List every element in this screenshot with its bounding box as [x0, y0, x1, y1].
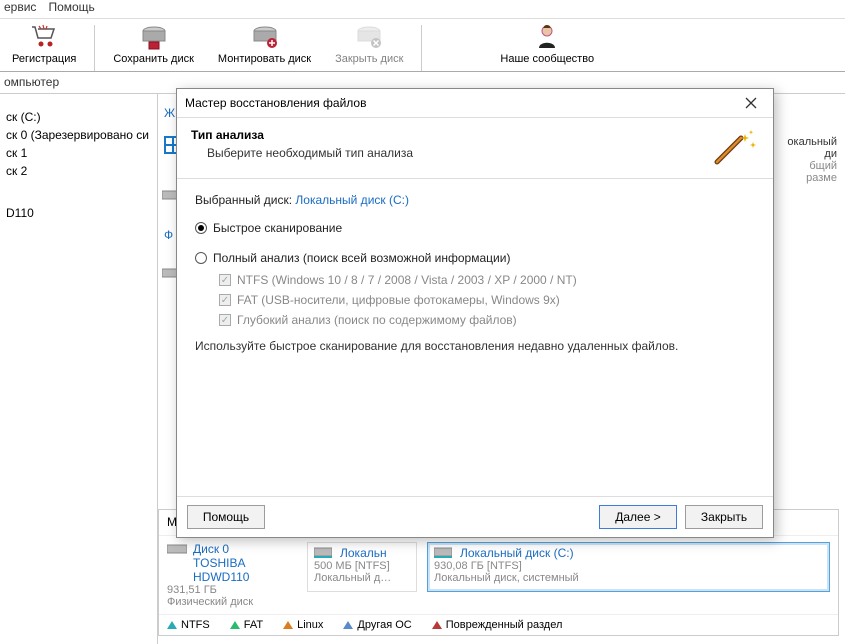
- hdd-icon: [434, 546, 454, 560]
- toolbar: Регистрация Сохранить диск Монтировать д…: [0, 18, 845, 72]
- wand-icon: [711, 128, 759, 168]
- save-disk-button[interactable]: Сохранить диск: [101, 21, 206, 65]
- menu-service[interactable]: ервис: [4, 0, 36, 18]
- register-label: Регистрация: [12, 53, 76, 65]
- sidebar-item[interactable]: ск 1: [2, 144, 155, 162]
- hdd-icon: [314, 546, 334, 560]
- partition-name: Локальный диск (C:): [460, 546, 574, 560]
- person-icon: [531, 21, 563, 51]
- sidebar-item[interactable]: ск (C:): [2, 108, 155, 126]
- radio-fast-scan[interactable]: Быстрое сканирование: [195, 221, 755, 235]
- partition-size: 930,08 ГБ [NTFS]: [434, 560, 823, 572]
- close-disk-label: Закрыть диск: [335, 53, 403, 65]
- cart-icon: [28, 21, 60, 51]
- community-label: Наше сообщество: [500, 53, 594, 65]
- disk-name[interactable]: Диск 0: [193, 542, 229, 556]
- selected-disk-value: Локальный диск (C:): [295, 193, 409, 207]
- right-fragment: окальный ди бщий разме: [779, 136, 837, 184]
- dialog-header: Тип анализа Выберите необходимый тип ана…: [177, 117, 773, 179]
- separator: [421, 25, 422, 71]
- partition-c[interactable]: Локальный диск (C:) 930,08 ГБ [NTFS] Лок…: [427, 542, 830, 592]
- checkbox-fat: ✓ FAT (USB-носители, цифровые фотокамеры…: [219, 293, 755, 307]
- hdd-icon: [167, 542, 187, 556]
- checkbox-icon: ✓: [219, 274, 231, 286]
- radio-fast-label: Быстрое сканирование: [213, 221, 342, 235]
- dialog-title: Мастер восстановления файлов: [185, 96, 366, 110]
- register-button[interactable]: Регистрация: [0, 21, 88, 65]
- separator: [94, 25, 95, 71]
- sidebar-item[interactable]: ск 2: [2, 162, 155, 180]
- drive-letter: Ж: [164, 106, 175, 120]
- disk-size: 931,51 ГБ: [167, 584, 297, 596]
- checkbox-icon: ✓: [219, 294, 231, 306]
- partition-desc: Локальный диск, системный: [434, 572, 823, 584]
- disk-mount-icon: [249, 21, 281, 51]
- checkbox-deep: ✓ Глубокий анализ (поиск по содержимому …: [219, 313, 755, 327]
- community-button[interactable]: Наше сообщество: [488, 21, 606, 65]
- radio-icon: [195, 222, 207, 234]
- sidebar-item[interactable]: ск 0 (Зарезервировано си: [2, 126, 155, 144]
- checkbox-ntfs: ✓ NTFS (Windows 10 / 8 / 7 / 2008 / Vist…: [219, 273, 755, 287]
- mount-disk-label: Монтировать диск: [218, 53, 311, 65]
- partition-reserved[interactable]: Локальн 500 МБ [NTFS] Локальный д…: [307, 542, 417, 592]
- disk-type: Физический диск: [167, 596, 297, 608]
- sidebar-item[interactable]: D110: [2, 204, 155, 222]
- dialog-buttons: Помощь Далее > Закрыть: [177, 496, 773, 537]
- close-button[interactable]: Закрыть: [685, 505, 763, 529]
- checkbox-icon: ✓: [219, 314, 231, 326]
- legend-damaged: Поврежденный раздел: [432, 619, 563, 631]
- close-icon[interactable]: [737, 91, 765, 115]
- sidebar: ск (C:) ск 0 (Зарезервировано си ск 1 ск…: [0, 94, 158, 644]
- legend: NTFS FAT Linux Другая ОС Поврежденный ра…: [159, 614, 838, 635]
- disk-model: TOSHIBA HDWD110: [193, 556, 297, 584]
- radio-full-analysis[interactable]: Полный анализ (поиск всей возможной инфо…: [195, 251, 755, 265]
- menu-help[interactable]: Помощь: [48, 0, 94, 18]
- dialog-titlebar[interactable]: Мастер восстановления файлов: [177, 89, 773, 117]
- radio-full-label: Полный анализ (поиск всей возможной инфо…: [213, 251, 510, 265]
- checkbox-fat-label: FAT (USB-носители, цифровые фотокамеры, …: [237, 293, 560, 307]
- wizard-dialog: Мастер восстановления файлов Тип анализа…: [176, 88, 774, 538]
- disk-row: Диск 0 TOSHIBA HDWD110 931,51 ГБ Физичес…: [159, 536, 838, 614]
- partition-name: Локальн: [340, 546, 387, 560]
- disk-save-icon: [138, 21, 170, 51]
- mount-disk-button[interactable]: Монтировать диск: [206, 21, 323, 65]
- checkbox-ntfs-label: NTFS (Windows 10 / 8 / 7 / 2008 / Vista …: [237, 273, 577, 287]
- legend-ntfs: NTFS: [167, 619, 210, 631]
- radio-icon: [195, 252, 207, 264]
- selected-disk-label: Выбранный диск:: [195, 193, 292, 207]
- partition-size: 500 МБ [NTFS]: [314, 560, 410, 572]
- legend-fat: FAT: [230, 619, 263, 631]
- hint-text: Используйте быстрое сканирование для вос…: [195, 339, 755, 353]
- checkbox-deep-label: Глубокий анализ (поиск по содержимому фа…: [237, 313, 517, 327]
- legend-other: Другая ОС: [343, 619, 411, 631]
- legend-linux: Linux: [283, 619, 323, 631]
- dialog-subtext: Выберите необходимый тип анализа: [207, 146, 413, 160]
- top-menu: ервис Помощь: [0, 0, 845, 18]
- save-disk-label: Сохранить диск: [113, 53, 194, 65]
- help-button[interactable]: Помощь: [187, 505, 265, 529]
- file-letter: Ф: [164, 228, 173, 242]
- dialog-subtitle: Тип анализа: [191, 128, 413, 142]
- close-disk-button: Закрыть диск: [323, 21, 415, 65]
- partition-desc: Локальный д…: [314, 572, 410, 584]
- next-button[interactable]: Далее >: [599, 505, 677, 529]
- dialog-body: Выбранный диск: Локальный диск (C:) Быст…: [177, 179, 773, 496]
- disk-close-icon: [353, 21, 385, 51]
